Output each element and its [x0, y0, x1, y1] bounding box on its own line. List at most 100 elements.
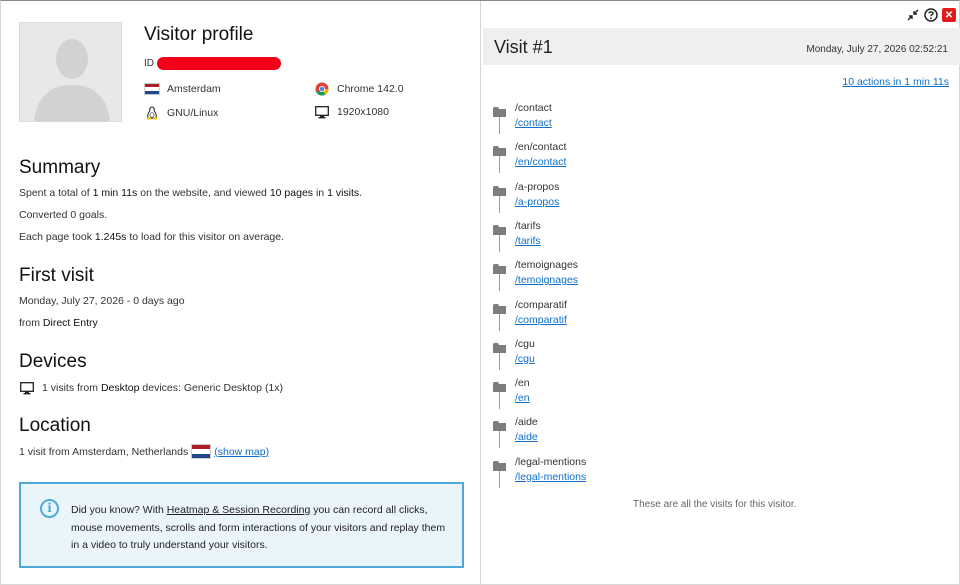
location-heading: Location	[19, 415, 91, 436]
tree-line	[499, 117, 500, 134]
source-prefix: from	[19, 317, 43, 329]
summary-line-goals: Converted 0 goals.	[19, 209, 108, 221]
location-attr: Amsterdam	[144, 83, 221, 95]
action-item: /en/en	[493, 377, 693, 413]
action-url-link[interactable]: /legal-mentions	[515, 471, 586, 483]
profile-title: Visitor profile	[144, 24, 254, 45]
summary-text: .	[359, 187, 363, 199]
action-url-link[interactable]: /en/contact	[515, 156, 566, 168]
os-attr: GNU/Linux	[144, 106, 218, 120]
action-url-link[interactable]: /temoignages	[515, 274, 578, 286]
city-label: Amsterdam	[167, 83, 221, 95]
action-url-link[interactable]: /a-propos	[515, 196, 559, 208]
help-icon[interactable]	[924, 8, 938, 22]
heatmap-link[interactable]: Heatmap & Session Recording	[167, 504, 311, 516]
action-item: /comparatif/comparatif	[493, 299, 693, 335]
load-time: 1.245s	[94, 231, 127, 243]
folder-icon	[493, 379, 506, 393]
actions-summary-link[interactable]: 10 actions in 1 min 11s	[842, 76, 949, 88]
netherlands-flag-icon	[144, 83, 160, 95]
resolution-attr: 1920x1080	[314, 105, 389, 119]
action-title: /legal-mentions	[515, 455, 587, 468]
info-text: Did you know? With Heatmap & Session Rec…	[71, 502, 451, 555]
action-title: /contact	[515, 102, 552, 114]
folder-icon	[493, 222, 506, 235]
avatar	[19, 22, 122, 122]
devices-line: 1 visits from Desktop devices: Generic D…	[19, 381, 283, 395]
minimize-icon[interactable]	[906, 8, 920, 22]
visit-header: Visit #1 Monday, July 27, 2026 02:52:21	[483, 28, 960, 65]
action-item: /legal-mentions/legal-mentions	[493, 456, 693, 492]
source-value: Direct Entry	[42, 317, 98, 329]
end-of-visits-text: These are all the visits for this visito…	[633, 499, 797, 510]
summary-text: Spent a total of	[19, 187, 93, 199]
close-icon[interactable]: ✕	[942, 8, 956, 22]
summary-text: on the website, and viewed	[137, 187, 270, 199]
action-item: /tarifs/tarifs	[493, 220, 693, 256]
folder-icon	[493, 458, 506, 471]
summary-heading: Summary	[19, 157, 101, 178]
visitor-profile-popup: Visitor profile ID Amsterdam GNU/Linux C…	[0, 0, 960, 585]
action-item: /a-propos/a-propos	[493, 181, 693, 217]
location-text: 1 visit from Amsterdam, Netherlands	[19, 445, 189, 458]
visitor-id-label: ID	[144, 58, 154, 69]
show-map-link[interactable]: (show map)	[214, 446, 269, 458]
visit-pane: ✕ Visit #1 Monday, July 27, 2026 02:52:2…	[481, 1, 960, 585]
action-title: /tarifs	[515, 219, 541, 232]
summary-line-total: Spent a total of 1 min 11s on the websit…	[19, 187, 362, 199]
tree-line	[499, 392, 500, 410]
action-url-link[interactable]: /contact	[515, 117, 552, 129]
desktop-icon	[19, 381, 35, 395]
action-title: /aide	[515, 416, 538, 429]
browser-attr: Chrome 142.0	[314, 82, 404, 96]
folder-icon	[493, 418, 506, 432]
visits-count: 1 visits	[327, 187, 360, 199]
summary-line-load: Each page took 1.245s to load for this v…	[19, 231, 284, 243]
action-title: /temoignages	[515, 259, 579, 272]
folder-icon	[493, 301, 506, 314]
visit-date: Monday, July 27, 2026 02:52:21	[806, 44, 948, 55]
action-item: /en/contact/en/contact	[493, 141, 693, 177]
tree-line	[499, 431, 500, 449]
tree-line	[499, 195, 500, 213]
folder-icon	[493, 340, 506, 353]
resolution-label: 1920x1080	[337, 106, 389, 118]
info-icon: i	[40, 499, 59, 518]
info-text-part: Did you know? With	[71, 504, 167, 516]
tree-line	[499, 313, 500, 331]
devices-text: 1 visits from	[42, 382, 101, 394]
device-type: Desktop	[100, 382, 140, 394]
os-label: GNU/Linux	[167, 107, 219, 119]
visitor-id: ID	[144, 57, 281, 70]
action-url-link[interactable]: /cgu	[515, 353, 535, 365]
action-title: /en	[515, 377, 530, 390]
action-title: /en/contact	[515, 141, 567, 154]
action-item: /cgu/cgu	[493, 338, 693, 374]
location-line: 1 visit from Amsterdam, Netherlands (sho…	[19, 444, 269, 459]
monitor-icon	[314, 105, 330, 119]
action-url-link[interactable]: /en	[515, 392, 530, 404]
action-url-link[interactable]: /tarifs	[515, 235, 541, 247]
first-visit-source: from Direct Entry	[19, 317, 98, 329]
visit-title: Visit #1	[494, 37, 553, 57]
redacted-id	[157, 57, 281, 70]
tree-line	[499, 156, 500, 174]
tree-line	[499, 234, 500, 252]
total-time: 1 min 11s	[92, 187, 138, 199]
tree-line	[499, 274, 500, 292]
pages-count: 10 pages	[269, 187, 314, 199]
browser-label: Chrome 142.0	[337, 83, 404, 95]
action-title: /a-propos	[515, 180, 560, 193]
summary-text: to load for this visitor on average.	[126, 231, 285, 243]
window-controls: ✕	[906, 8, 956, 22]
action-url-link[interactable]: /aide	[515, 431, 538, 443]
summary-text: in	[313, 187, 328, 199]
action-title: /cgu	[515, 337, 535, 350]
folder-icon	[493, 104, 506, 117]
action-item: /temoignages/temoignages	[493, 259, 693, 295]
chrome-icon	[314, 82, 330, 96]
summary-text: Each page took	[19, 231, 95, 243]
folder-icon	[493, 143, 506, 157]
action-item: /aide/aide	[493, 416, 693, 452]
action-url-link[interactable]: /comparatif	[515, 314, 567, 326]
